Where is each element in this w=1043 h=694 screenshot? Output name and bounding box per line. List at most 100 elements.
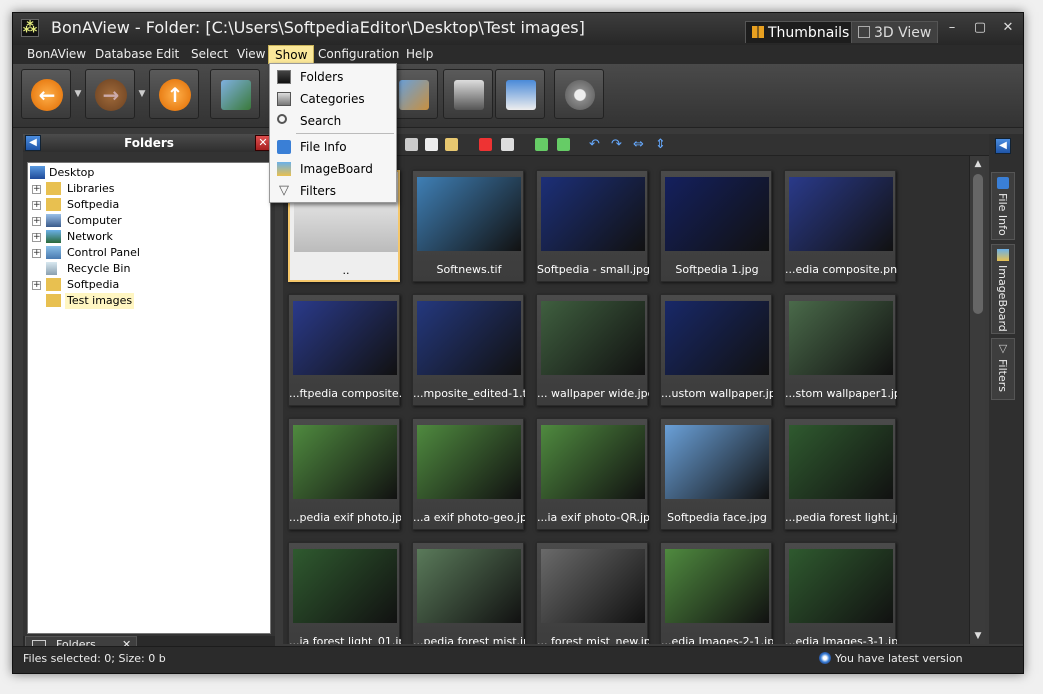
thumbnail-item[interactable]: ...pedia forest light.jpg: [784, 418, 897, 530]
menu-show[interactable]: Show: [268, 45, 315, 64]
side-tab-filters[interactable]: ▽ Filters: [991, 338, 1015, 400]
tree-item-network[interactable]: + Network: [32, 229, 232, 245]
export-icon[interactable]: [557, 138, 570, 151]
print-button[interactable]: [443, 69, 493, 119]
thumbnail-item[interactable]: Softnews.tif: [412, 170, 524, 282]
show-menu-folders[interactable]: Folders: [270, 66, 396, 88]
thumbnail-item[interactable]: ...pedia exif photo.jpg: [288, 418, 401, 530]
rotate-left-icon[interactable]: ↶: [589, 138, 602, 151]
forward-button[interactable]: →: [85, 69, 135, 119]
collapse-left-panel-button[interactable]: ◀: [25, 135, 41, 151]
tree-item-computer[interactable]: + Computer: [32, 213, 232, 229]
thumbnail-caption: ... forest mist_new.jpg: [537, 635, 649, 644]
expand-icon[interactable]: +: [32, 217, 41, 226]
acquire-button[interactable]: [210, 69, 260, 119]
thumbnail-item[interactable]: ...mposite_edited-1.tif: [412, 294, 525, 406]
thumbnail-caption: ...ftpedia composite.tif: [289, 387, 401, 400]
thumbnail-caption: ...edia composite.png: [785, 263, 897, 276]
thumbnail-caption: ...ustom wallpaper.jpg: [661, 387, 773, 400]
rename-icon[interactable]: [501, 138, 514, 151]
paste-icon[interactable]: [445, 138, 458, 151]
side-tab-imageboard[interactable]: ImageBoard: [991, 244, 1015, 334]
tab-thumbnails[interactable]: Thumbnails: [745, 21, 857, 43]
menu-select[interactable]: Select: [185, 45, 234, 64]
tree-item-libraries[interactable]: + Libraries: [32, 181, 232, 197]
tree-item-softpedia-2[interactable]: + Softpedia: [32, 277, 232, 293]
back-button[interactable]: ←: [21, 69, 71, 119]
expand-icon[interactable]: +: [32, 185, 41, 194]
thumbnail-caption: Softnews.tif: [436, 263, 502, 276]
thumbnail-item[interactable]: ...edia composite.png: [784, 170, 897, 282]
back-dropdown[interactable]: ▼: [71, 69, 85, 119]
show-menu-categories[interactable]: Categories: [270, 88, 396, 110]
thumbnail-scrollbar[interactable]: ▲ ▼: [969, 156, 985, 644]
printer-icon: [454, 80, 484, 110]
thumbnail-item[interactable]: ...ia exif photo-QR.jpg: [536, 418, 649, 530]
menu-edit[interactable]: Edit: [150, 45, 185, 64]
expand-icon[interactable]: +: [32, 201, 41, 210]
thumbnail-item[interactable]: ...stom wallpaper1.jpg: [784, 294, 897, 406]
forward-dropdown[interactable]: ▼: [135, 69, 149, 119]
show-menu-file-info[interactable]: File Info: [270, 136, 396, 158]
expand-icon[interactable]: +: [32, 281, 41, 290]
info-icon: [997, 177, 1009, 189]
thumbnail-item[interactable]: Softpedia 1.jpg: [660, 170, 772, 282]
settings-button[interactable]: [554, 69, 604, 119]
flip-vertical-icon[interactable]: ⇕: [655, 138, 668, 151]
thumbnail-item[interactable]: ...ftpedia composite.tif: [288, 294, 401, 406]
up-button[interactable]: ↑: [149, 69, 199, 119]
expand-icon[interactable]: +: [32, 249, 41, 258]
tab-3d-view[interactable]: 3D View: [851, 21, 939, 43]
tree-item-softpedia[interactable]: + Softpedia: [32, 197, 232, 213]
show-menu-imageboard[interactable]: ImageBoard: [270, 158, 396, 180]
menu-view[interactable]: View: [231, 45, 271, 64]
side-tab-file-info[interactable]: File Info: [991, 172, 1015, 240]
thumbnail-item[interactable]: Softpedia - small.jpg: [536, 170, 649, 282]
maximize-button[interactable]: ▢: [969, 19, 991, 37]
status-bar: Files selected: 0; Size: 0 b You have la…: [13, 646, 1023, 673]
show-menu-dropdown: Folders Categories Search File Info Imag…: [269, 63, 397, 203]
folder-tree: Desktop + Libraries + Softpedia + Comput…: [27, 162, 271, 634]
cut-icon[interactable]: [405, 138, 418, 151]
menu-configuration[interactable]: Configuration: [312, 45, 405, 64]
thumbnail-item[interactable]: ...ia forest light_01.jpg: [288, 542, 401, 644]
user-folder-icon: [46, 198, 61, 211]
tree-item-control-panel[interactable]: + Control Panel: [32, 245, 232, 261]
show-menu-search[interactable]: Search: [270, 110, 396, 132]
folder-icon: [46, 278, 61, 291]
scrollbar-thumb[interactable]: [973, 174, 983, 314]
scan-button[interactable]: [495, 69, 545, 119]
close-button[interactable]: ✕: [997, 19, 1019, 37]
title-bar: ⁂ BonAView - Folder: [C:\Users\Softpedia…: [13, 13, 1023, 45]
thumbnail-item[interactable]: ... wallpaper wide.jpg: [536, 294, 649, 406]
menu-help[interactable]: Help: [400, 45, 439, 64]
update-status-icon: [819, 652, 831, 664]
show-menu-filters[interactable]: ▽ Filters: [270, 180, 396, 202]
thumbnail-item[interactable]: ...ustom wallpaper.jpg: [660, 294, 773, 406]
scroll-up-icon[interactable]: ▲: [970, 156, 986, 172]
info-icon: [277, 140, 291, 154]
thumbnail-item[interactable]: ...edia Images-2-1.jpg: [660, 542, 773, 644]
thumbnail-caption: ...mposite_edited-1.tif: [413, 387, 525, 400]
recycle-bin-icon: [46, 262, 57, 275]
thumbnail-item[interactable]: ...a exif photo-geo.jpg: [412, 418, 525, 530]
thumbnail-item[interactable]: Softpedia face.jpg: [660, 418, 772, 530]
collapse-right-panel-button[interactable]: ◀: [995, 138, 1011, 154]
rotate-right-icon[interactable]: ↷: [611, 138, 624, 151]
thumbnail-item[interactable]: ... forest mist_new.jpg: [536, 542, 649, 644]
minimize-button[interactable]: –: [941, 19, 963, 37]
thumbnail-image: [665, 301, 769, 375]
thumbnail-item[interactable]: ...edia Images-3-1.jpg: [784, 542, 897, 644]
expand-icon[interactable]: +: [32, 233, 41, 242]
gear-icon: [565, 80, 595, 110]
thumbnail-item[interactable]: ...pedia forest mist.jpg: [412, 542, 525, 644]
scroll-down-icon[interactable]: ▼: [970, 628, 986, 644]
menu-bonaview[interactable]: BonAView: [21, 45, 92, 64]
copy-icon[interactable]: [425, 138, 438, 151]
images-icon: [221, 80, 251, 110]
flip-horizontal-icon[interactable]: ⇔: [633, 138, 646, 151]
menu-database[interactable]: Database: [89, 45, 158, 64]
tree-item-recycle-bin[interactable]: Recycle Bin: [32, 261, 232, 277]
delete-icon[interactable]: [479, 138, 492, 151]
import-icon[interactable]: [535, 138, 548, 151]
